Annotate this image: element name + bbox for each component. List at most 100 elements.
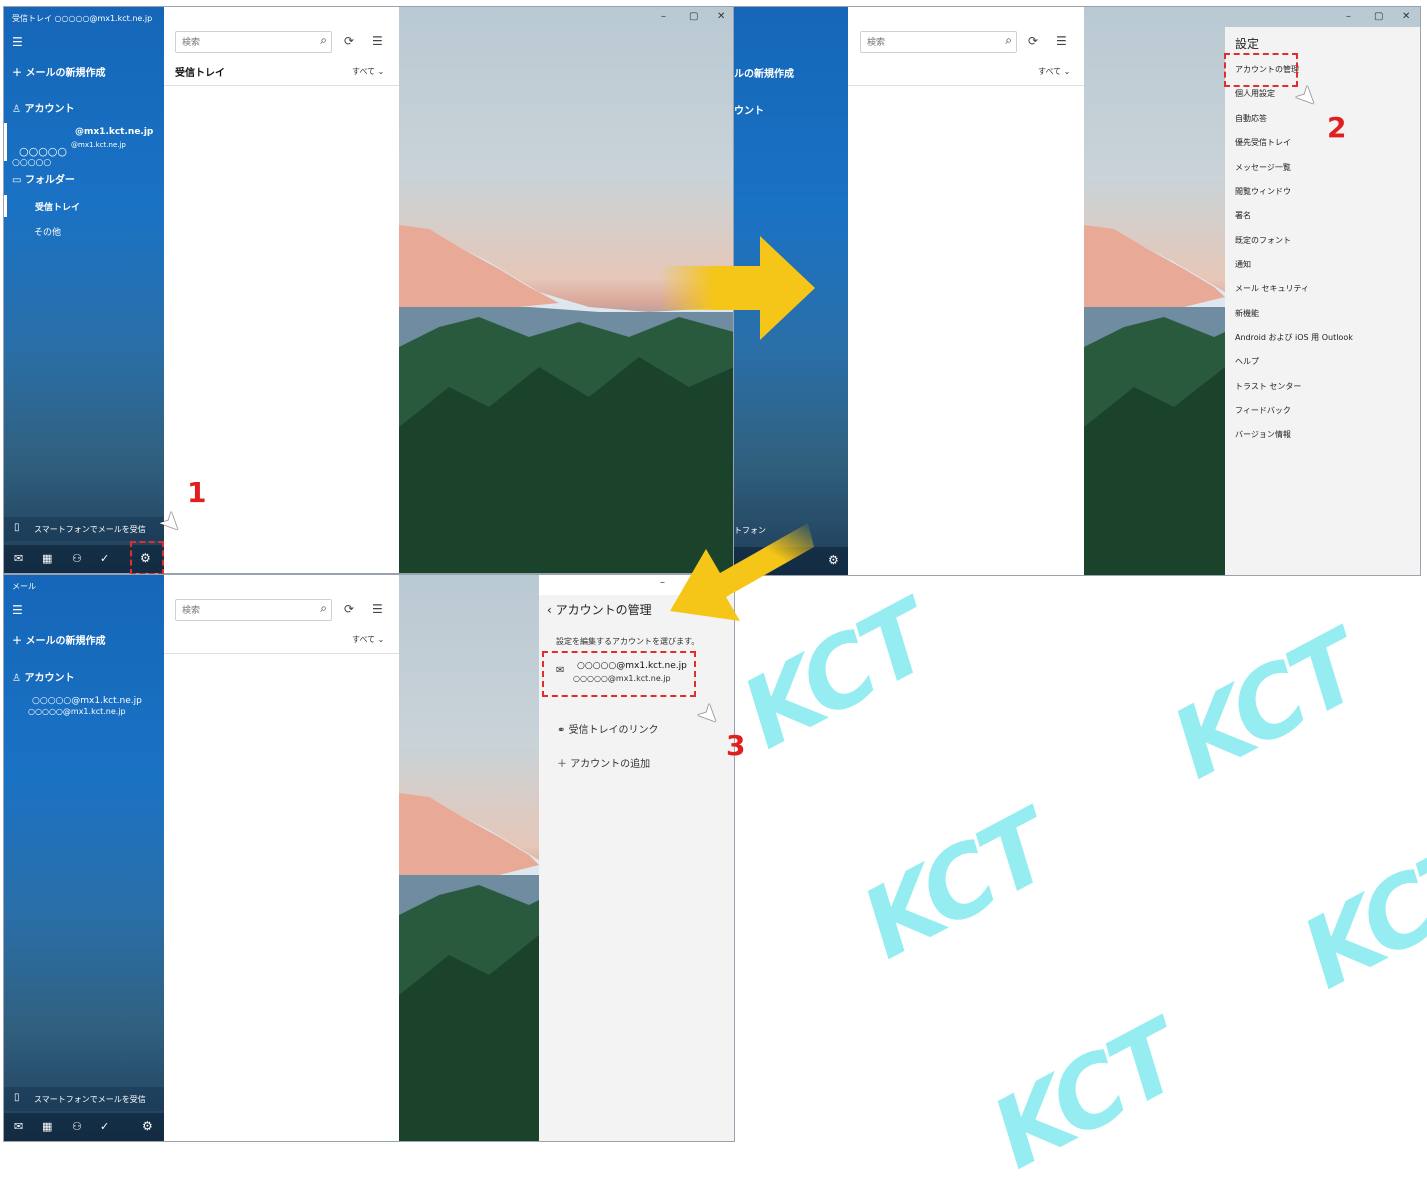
settings-item-whats-new[interactable]: 新機能 <box>1235 308 1259 319</box>
search-input[interactable]: 検索 ⌕ <box>860 31 1017 53</box>
link-inboxes[interactable]: ⚭ 受信トレイのリンク <box>557 721 659 736</box>
account-name: ○○○○○ <box>19 145 67 158</box>
sync-icon[interactable]: ⟳ <box>344 34 354 48</box>
settings-item-signature[interactable]: 署名 <box>1235 210 1251 221</box>
chevron-down-icon: ⌄ <box>1063 67 1071 76</box>
settings-item-notifications[interactable]: 通知 <box>1235 259 1251 270</box>
sync-icon[interactable]: ⟳ <box>344 602 354 616</box>
filter-dropdown[interactable]: すべて ⌄ <box>1038 66 1070 77</box>
get-mail-on-phone[interactable]: ▯ スマートフォンでメールを受信 <box>4 1087 164 1111</box>
new-mail-button[interactable]: ＋ メールの新規作成 <box>12 64 105 79</box>
window-title: メール <box>12 582 36 591</box>
screenshot-step1: 受信トレイ ○○○○○@mx1.kct.ne.jp ☰ ＋ メールの新規作成 ♙… <box>3 6 735 574</box>
step-number-3: 3 <box>726 729 746 762</box>
phone-icon: ▯ <box>14 522 20 533</box>
search-input[interactable]: 検索 ⌕ <box>175 599 332 621</box>
arrow-right-icon <box>660 236 815 340</box>
watermark: KCT <box>1154 611 1378 801</box>
message-list: 検索 ⌕ ⟳ ☰ すべて ⌄ <box>848 7 1084 575</box>
plus-icon: ＋ <box>557 759 571 770</box>
chevron-down-icon: ⌄ <box>377 635 385 644</box>
close-icon[interactable]: ✕ <box>717 11 725 22</box>
chevron-down-icon: ⌄ <box>377 67 385 76</box>
arrow-down-left-icon <box>670 523 814 621</box>
settings-item-feedback[interactable]: フィードバック <box>1235 405 1291 416</box>
mountain-image <box>399 793 539 1141</box>
step-number-1: 1 <box>187 476 207 509</box>
sync-icon[interactable]: ⟳ <box>1028 34 1038 48</box>
message-list: 検索 ⌕ ⟳ ☰ すべて ⌄ <box>164 575 399 1141</box>
todo-icon[interactable]: ✓ <box>100 1120 109 1133</box>
search-icon[interactable]: ⌕ <box>320 33 327 48</box>
minimize-icon[interactable]: – <box>661 11 666 22</box>
maximize-icon[interactable]: ▢ <box>689 11 698 22</box>
select-mode-icon[interactable]: ☰ <box>372 34 383 48</box>
hamburger-icon[interactable]: ☰ <box>12 35 23 49</box>
back-button[interactable]: ‹ アカウントの管理 <box>547 601 652 618</box>
account-item[interactable]: @mx1.kct.ne.jp @mx1.kct.ne.jp ○○○○○ <box>4 123 167 161</box>
select-mode-icon[interactable]: ☰ <box>372 602 383 616</box>
todo-icon[interactable]: ✓ <box>100 552 109 565</box>
account-email-sub: ○○○○○@mx1.kct.ne.jp <box>28 707 126 716</box>
step-number-2: 2 <box>1327 111 1347 144</box>
accounts-header[interactable]: ♙ アカウント <box>12 100 74 115</box>
settings-title: 設定 <box>1235 37 1260 51</box>
settings-item-trust-center[interactable]: トラスト センター <box>1235 381 1301 392</box>
settings-item-mail-security[interactable]: メール セキュリティ <box>1235 283 1309 294</box>
account-email[interactable]: ○○○○○@mx1.kct.ne.jp <box>32 696 142 706</box>
account-name-secondary: ○○○○○ <box>12 158 52 168</box>
settings-gear-icon[interactable]: ⚙ <box>828 553 839 567</box>
chevron-left-icon: ‹ <box>547 603 556 617</box>
add-account[interactable]: ＋ アカウントの追加 <box>557 755 650 770</box>
folder-inbox[interactable]: 受信トレイ <box>4 195 167 217</box>
search-icon[interactable]: ⌕ <box>1005 33 1012 48</box>
panel-description: 設定を編集するアカウントを選びます。 <box>556 637 700 646</box>
account-partial[interactable]: ウント <box>734 102 764 117</box>
settings-item-focused-inbox[interactable]: 優先受信トレイ <box>1235 137 1291 148</box>
highlight-account-entry <box>542 651 696 697</box>
folders-header[interactable]: ▭ フォルダー <box>12 171 75 186</box>
new-mail-partial[interactable]: ルの新規作成 <box>734 65 794 80</box>
settings-item-outlook-mobile[interactable]: Android および iOS 用 Outlook <box>1235 332 1353 343</box>
settings-item-help[interactable]: ヘルプ <box>1235 356 1259 367</box>
accounts-header[interactable]: ♙ アカウント <box>12 669 74 684</box>
mail-icon[interactable]: ✉ <box>14 552 23 565</box>
list-title: 受信トレイ <box>175 68 225 79</box>
people-icon[interactable]: ⚇ <box>72 552 82 565</box>
calendar-icon[interactable]: ▦ <box>42 552 52 565</box>
account-email: @mx1.kct.ne.jp <box>75 127 154 137</box>
close-icon[interactable]: ✕ <box>1402 11 1410 22</box>
watermark: KCT <box>844 791 1068 981</box>
plus-icon: ＋ <box>12 68 26 79</box>
get-mail-on-phone[interactable]: ▯ スマートフォンでメールを受信 <box>4 517 164 541</box>
settings-item-message-list[interactable]: メッセージ一覧 <box>1235 162 1291 173</box>
people-icon[interactable]: ⚇ <box>72 1120 82 1133</box>
filter-dropdown[interactable]: すべて ⌄ <box>352 634 384 645</box>
folder-other[interactable]: その他 <box>34 225 61 238</box>
settings-item-about[interactable]: バージョン情報 <box>1235 429 1291 440</box>
minimize-icon[interactable]: – <box>1346 11 1351 22</box>
maximize-icon[interactable]: ▢ <box>1374 11 1383 22</box>
settings-item-personalization[interactable]: 個人用設定 <box>1235 88 1275 99</box>
nav-pane: 受信トレイ ○○○○○@mx1.kct.ne.jp ☰ ＋ メールの新規作成 ♙… <box>4 7 164 573</box>
settings-gear-icon[interactable]: ⚙ <box>142 1119 153 1133</box>
settings-item-reading-pane[interactable]: 閲覧ウィンドウ <box>1235 186 1291 197</box>
settings-item-default-font[interactable]: 既定のフォント <box>1235 235 1291 246</box>
person-icon: ♙ <box>12 104 25 115</box>
mail-icon[interactable]: ✉ <box>14 1120 23 1133</box>
search-input[interactable]: 検索 ⌕ <box>175 31 332 53</box>
list-divider <box>848 85 1084 86</box>
new-mail-button[interactable]: ＋ メールの新規作成 <box>12 632 105 647</box>
filter-dropdown[interactable]: すべて ⌄ <box>352 66 384 77</box>
account-email-sub: @mx1.kct.ne.jp <box>71 141 126 149</box>
nav-pane: メール ☰ ＋ メールの新規作成 ♙ アカウント ○○○○○@mx1.kct.n… <box>4 575 164 1141</box>
hamburger-icon[interactable]: ☰ <box>12 603 23 617</box>
settings-item-auto-reply[interactable]: 自動応答 <box>1235 113 1267 124</box>
reading-pane-background <box>399 575 539 1141</box>
highlight-manage-accounts <box>1224 53 1298 87</box>
select-mode-icon[interactable]: ☰ <box>1056 34 1067 48</box>
window-title: 受信トレイ ○○○○○@mx1.kct.ne.jp <box>12 14 153 23</box>
calendar-icon[interactable]: ▦ <box>42 1120 52 1133</box>
person-icon: ♙ <box>12 673 25 684</box>
search-icon[interactable]: ⌕ <box>320 601 327 616</box>
